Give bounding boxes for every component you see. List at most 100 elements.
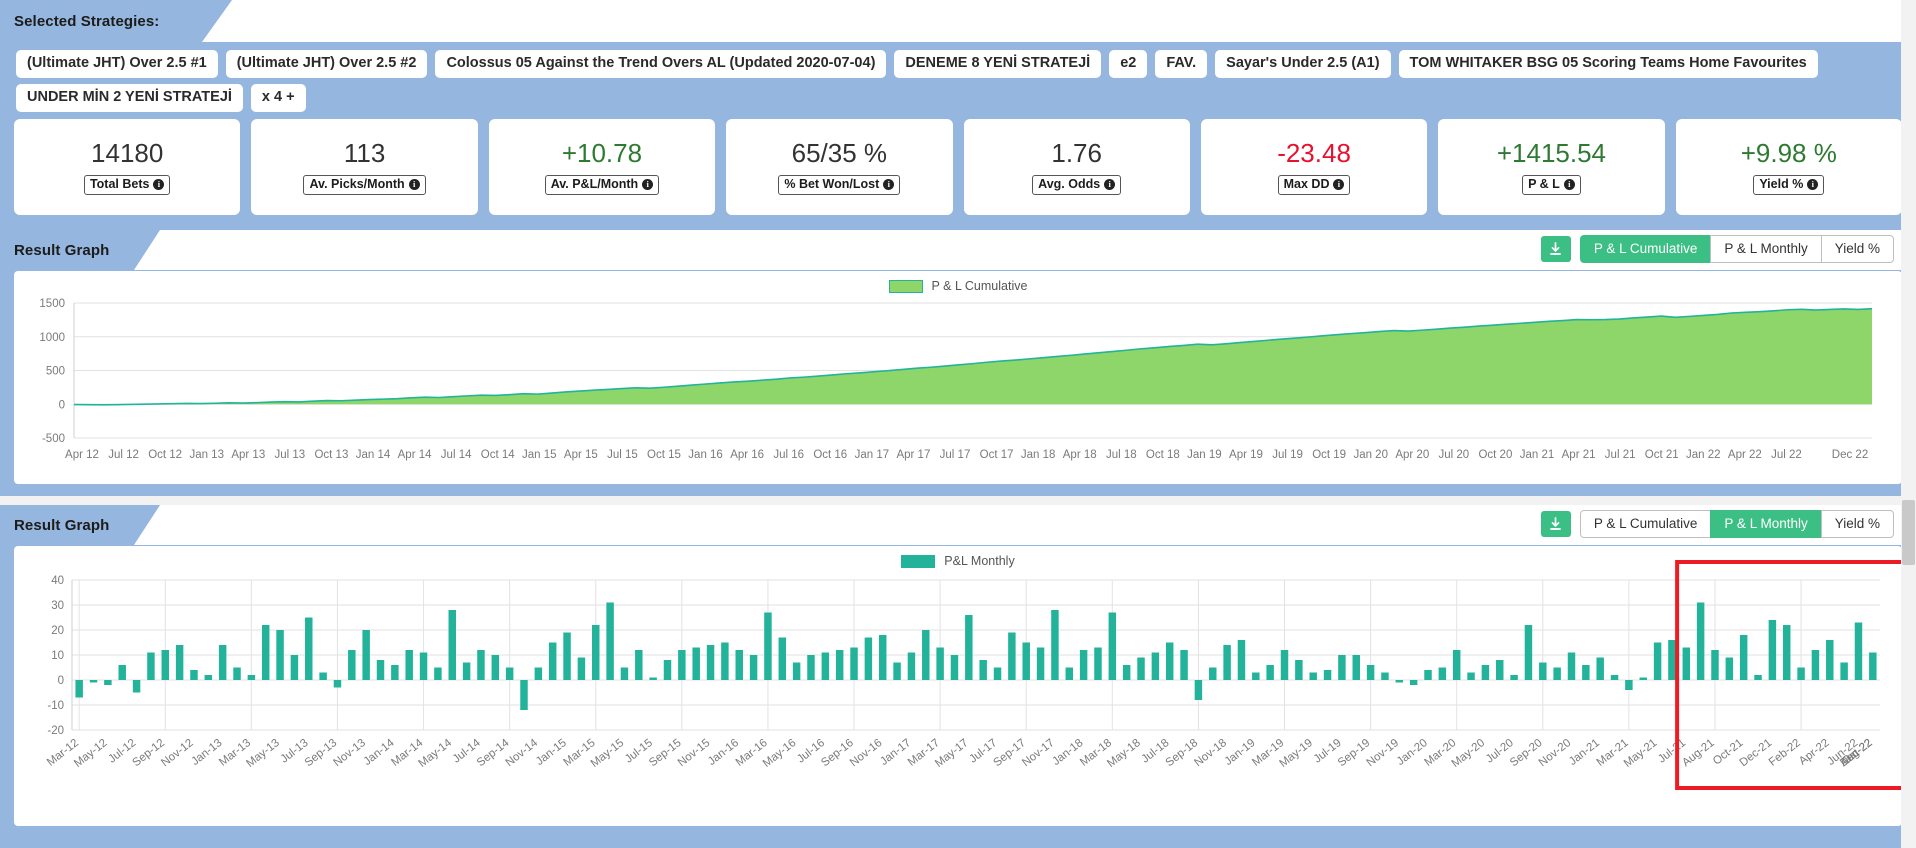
monthly-chart-body: P&L Monthly 40 30 20 10 0 -10 -20 Mar-12 May-12 J…: [14, 546, 1902, 826]
svg-text:Dec 22: Dec 22: [1832, 449, 1868, 461]
svg-text:Nov-15: Nov-15: [676, 737, 713, 769]
monthly-graph-title: Result Graph: [14, 516, 110, 534]
vertical-scrollbar[interactable]: [1901, 0, 1916, 848]
svg-text:May-15: May-15: [589, 737, 627, 770]
svg-text:Jan 19: Jan 19: [1187, 449, 1222, 461]
svg-text:Jan 16: Jan 16: [688, 449, 723, 461]
monthly-chart-svg: 403020100-10-20Mar-12May-12Jul-12Sep-12N…: [45, 560, 1902, 790]
strategy-chip[interactable]: DENEME 8 YENİ STRATEJİ: [894, 50, 1102, 78]
info-icon[interactable]: i: [1104, 179, 1116, 190]
cumulative-chart-legend: P & L Cumulative: [14, 279, 1902, 293]
svg-text:Jul 20: Jul 20: [1439, 449, 1470, 461]
info-icon[interactable]: i: [153, 179, 165, 190]
info-icon[interactable]: i: [1563, 179, 1575, 190]
stat-card-value: +9.98 %: [1740, 138, 1837, 168]
svg-text:Nov-17: Nov-17: [1020, 737, 1057, 769]
svg-text:Apr 15: Apr 15: [564, 449, 598, 461]
stat-card-label[interactable]: Av. P&L/Month i: [544, 175, 660, 195]
cumulative-chart-svg: 1500 1000 500 0 -500Apr 12 Jul 12 Oct 12 Jan 13…: [39, 298, 1873, 461]
strategy-chip[interactable]: Sayar's Under 2.5 (A1): [1215, 50, 1391, 78]
monthly-graph-header: Result Graph P & L Cumulative P & L Month…: [0, 505, 1916, 545]
svg-text:Oct 15: Oct 15: [647, 449, 681, 461]
svg-text:Jul 17: Jul 17: [940, 449, 971, 461]
info-icon[interactable]: i: [883, 179, 895, 190]
strategy-chip[interactable]: (Ultimate JHT) Over 2.5 #2: [225, 50, 428, 78]
svg-text:Jul 19: Jul 19: [1272, 449, 1303, 461]
svg-text:Nov-18: Nov-18: [1192, 737, 1229, 769]
strategy-chip[interactable]: FAV.: [1155, 50, 1208, 78]
svg-text:Nov-16: Nov-16: [848, 737, 885, 769]
info-icon[interactable]: i: [1333, 179, 1345, 190]
svg-text:Jul 15: Jul 15: [607, 449, 638, 461]
info-icon[interactable]: i: [642, 179, 654, 190]
info-icon[interactable]: i: [408, 179, 420, 190]
stat-card-label[interactable]: Max DD i: [1277, 175, 1351, 195]
cumulative-graph-header-tab: Result Graph: [0, 230, 160, 270]
strategy-chip[interactable]: e2: [1109, 50, 1148, 78]
scrollbar-thumb[interactable]: [1902, 500, 1915, 565]
svg-text:-500: -500: [42, 433, 65, 445]
download-button-monthly[interactable]: [1540, 511, 1571, 537]
svg-text:Apr 14: Apr 14: [398, 449, 432, 461]
stat-card-label-text: % Bet Won/Lost: [784, 177, 880, 191]
svg-text:Jul 22: Jul 22: [1771, 449, 1802, 461]
monthly-chart-legend: P&L Monthly: [14, 554, 1902, 568]
stat-card-value: 14180: [91, 138, 164, 168]
svg-text:Apr 20: Apr 20: [1395, 449, 1429, 461]
strategy-chip[interactable]: Colossus 05 Against the Trend Overs AL (…: [435, 50, 887, 78]
toggle-button[interactable]: P & L Cumulative: [1579, 510, 1712, 538]
svg-text:Oct 16: Oct 16: [813, 449, 847, 461]
stat-card: +10.78 Av. P&L/Month i: [488, 119, 716, 215]
svg-text:1500: 1500: [39, 298, 65, 310]
svg-text:May-14: May-14: [416, 737, 454, 770]
svg-text:Nov-19: Nov-19: [1365, 737, 1402, 769]
download-icon: [1550, 241, 1562, 255]
cumulative-view-toggle[interactable]: P & L Cumulative P & L Monthly Yield %: [1579, 235, 1894, 263]
download-button[interactable]: [1540, 236, 1571, 262]
strategy-chip[interactable]: (Ultimate JHT) Over 2.5 #1: [16, 50, 218, 78]
svg-text:Jan 22: Jan 22: [1686, 449, 1721, 461]
cumulative-graph-controls: P & L Cumulative P & L Monthly Yield %: [1540, 235, 1894, 263]
stat-card-label[interactable]: Total Bets i: [83, 175, 171, 195]
strategy-chip[interactable]: UNDER MİN 2 YENİ STRATEJİ: [16, 84, 243, 112]
svg-text:Nov-20: Nov-20: [1537, 737, 1574, 769]
toggle-button[interactable]: Yield %: [1820, 510, 1894, 538]
svg-text:Oct 18: Oct 18: [1146, 449, 1180, 461]
stat-card-label[interactable]: Yield % i: [1753, 175, 1825, 195]
stat-card: +9.98 % Yield % i: [1675, 119, 1902, 215]
toggle-button[interactable]: P & L Cumulative: [1579, 235, 1712, 263]
svg-text:Feb-22: Feb-22: [1767, 737, 1803, 769]
monthly-view-toggle[interactable]: P & L Cumulative P & L Monthly Yield %: [1579, 510, 1894, 538]
stat-card-value: 1.76: [1051, 138, 1102, 168]
stat-card-label[interactable]: % Bet Won/Lost i: [778, 175, 901, 195]
strategies-title: Selected Strategies:: [14, 12, 160, 30]
stat-card-label-text: P & L: [1528, 177, 1560, 191]
stat-card: -23.48 Max DD i: [1200, 119, 1428, 215]
svg-text:Jan 18: Jan 18: [1021, 449, 1056, 461]
svg-text:May-13: May-13: [244, 737, 282, 770]
svg-text:Jan 20: Jan 20: [1353, 449, 1388, 461]
svg-text:Apr 18: Apr 18: [1063, 449, 1097, 461]
stats-card-row: 14180 Total Bets i 113 Av. Picks/Month i +10.7…: [14, 119, 1902, 215]
strategy-chip[interactable]: TOM WHITAKER BSG 05 Scoring Teams Home F…: [1398, 50, 1818, 78]
stat-card-label-text: Av. Picks/Month: [309, 177, 405, 191]
strategy-chip[interactable]: x 4 +: [250, 84, 306, 112]
stat-card-label[interactable]: P & Li: [1522, 175, 1581, 195]
toggle-button[interactable]: Yield %: [1820, 235, 1894, 263]
info-icon[interactable]: i: [1807, 179, 1819, 190]
stat-card-label-text: Yield %: [1759, 177, 1804, 191]
svg-text:0: 0: [59, 399, 65, 411]
stat-card: 113 Av. Picks/Month i: [251, 119, 478, 215]
stat-card-label[interactable]: Av. Picks/Month i: [303, 175, 426, 195]
svg-text:1000: 1000: [39, 332, 65, 344]
stat-card: 14180 Total Bets i: [14, 119, 241, 215]
toggle-button[interactable]: P & L Monthly: [1710, 510, 1822, 538]
toggle-button[interactable]: P & L Monthly: [1710, 235, 1822, 263]
legend-label-monthly: P&L Monthly: [944, 554, 1015, 568]
svg-text:Jul 21: Jul 21: [1605, 449, 1636, 461]
svg-text:Apr 19: Apr 19: [1229, 449, 1263, 461]
stat-card-label[interactable]: Avg. Odds i: [1032, 175, 1122, 195]
cumulative-graph-title: Result Graph: [14, 241, 110, 259]
svg-text:-20: -20: [47, 725, 64, 737]
svg-text:May-16: May-16: [761, 737, 799, 770]
